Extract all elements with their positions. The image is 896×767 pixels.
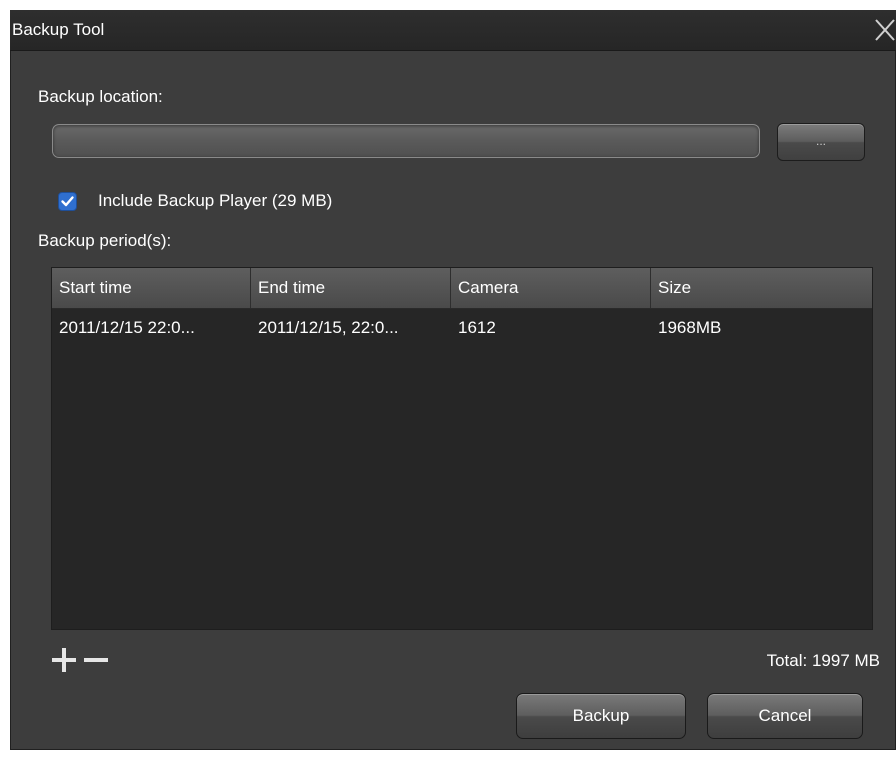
cell-size: 1968MB (658, 318, 722, 337)
column-header-size[interactable]: Size (651, 268, 872, 308)
backup-location-input[interactable] (52, 124, 760, 158)
table-row[interactable]: 2011/12/15 22:0... 2011/12/15, 22:0... 1… (52, 309, 872, 345)
close-icon (875, 19, 895, 41)
browse-button-label: ... (815, 134, 826, 148)
total-size-label: Total: 1997 MB (766, 651, 880, 670)
column-header-camera[interactable]: Camera (451, 268, 651, 308)
cell-camera: 1612 (458, 318, 496, 337)
cell-start-time: 2011/12/15 22:0... (59, 318, 195, 337)
backup-button-label: Backup (572, 706, 630, 725)
cancel-button-label: Cancel (758, 706, 812, 725)
plus-icon (52, 648, 76, 672)
backup-periods-label: Backup period(s): (38, 231, 172, 250)
title-bar: Backup Tool (10, 10, 896, 51)
remove-period-button[interactable] (82, 646, 110, 674)
column-header-start-time[interactable]: Start time (52, 268, 251, 308)
minus-icon (84, 658, 108, 662)
add-period-button[interactable] (50, 646, 78, 674)
column-header-end-time[interactable]: End time (251, 268, 451, 308)
backup-tool-dialog: Backup Tool Backup location: ... Include… (10, 10, 896, 750)
close-button[interactable] (870, 14, 896, 44)
check-icon (61, 196, 74, 207)
backup-periods-table: Start time End time Camera Size 2011/12/… (51, 267, 873, 630)
table-header: Start time End time Camera Size (52, 268, 872, 309)
window-title: Backup Tool (12, 20, 105, 39)
include-player-checkbox[interactable] (58, 192, 77, 211)
backup-button[interactable]: Backup (516, 693, 686, 739)
include-player-label[interactable]: Include Backup Player (29 MB) (98, 191, 332, 211)
backup-location-label: Backup location: (38, 87, 163, 106)
browse-button[interactable]: ... (777, 123, 865, 161)
cancel-button[interactable]: Cancel (707, 693, 863, 739)
cell-end-time: 2011/12/15, 22:0... (258, 318, 399, 337)
